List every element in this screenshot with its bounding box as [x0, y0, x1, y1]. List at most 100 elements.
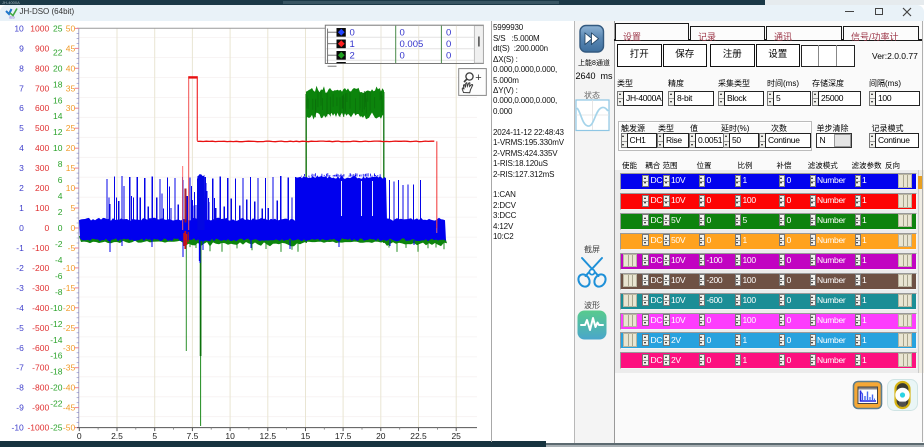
svg-text:300: 300: [35, 163, 49, 173]
svg-text:0: 0: [19, 223, 24, 233]
svg-text:0: 0: [77, 431, 82, 441]
svg-text:0: 0: [400, 28, 405, 39]
svg-text:500: 500: [35, 123, 49, 133]
svg-text:-700: -700: [32, 363, 49, 373]
svg-text:20: 20: [53, 63, 63, 73]
svg-text:700: 700: [35, 83, 49, 93]
svg-text:800: 800: [35, 63, 49, 73]
svg-text:-10: -10: [63, 263, 76, 273]
svg-text:16: 16: [53, 95, 63, 105]
svg-text:dso: dso: [9, 16, 15, 20]
svg-text:-100: -100: [32, 243, 49, 253]
svg-text:4: 4: [58, 191, 63, 201]
svg-text:1: 1: [350, 39, 355, 50]
svg-text:1: 1: [19, 203, 24, 213]
svg-text:0: 0: [446, 28, 451, 39]
svg-text:15: 15: [66, 163, 76, 173]
svg-text:-14: -14: [50, 335, 63, 345]
svg-text:400: 400: [35, 143, 49, 153]
svg-text:-45: -45: [63, 403, 76, 413]
svg-text:30: 30: [66, 103, 76, 113]
svg-text:900: 900: [35, 43, 49, 53]
svg-text:-2: -2: [16, 263, 24, 273]
svg-text:45: 45: [66, 43, 76, 53]
svg-text:-600: -600: [32, 343, 49, 353]
svg-text:-12: -12: [50, 319, 63, 329]
svg-text:-400: -400: [32, 303, 49, 313]
svg-text:10: 10: [66, 183, 76, 193]
svg-text:7: 7: [19, 83, 24, 93]
svg-text:-8: -8: [55, 287, 63, 297]
svg-text:-200: -200: [32, 263, 49, 273]
svg-text:10: 10: [53, 143, 63, 153]
svg-text:6: 6: [19, 103, 24, 113]
svg-text:-35: -35: [63, 363, 76, 373]
svg-text:+: +: [475, 72, 481, 84]
svg-text:12.5: 12.5: [260, 431, 277, 441]
svg-text:-900: -900: [32, 403, 49, 413]
svg-text:5: 5: [70, 203, 75, 213]
svg-text:8: 8: [58, 159, 63, 169]
svg-text:-8: -8: [16, 383, 24, 393]
svg-text:-40: -40: [63, 383, 76, 393]
svg-text:-4: -4: [55, 255, 63, 265]
svg-text:-2: -2: [55, 239, 63, 249]
svg-text:-5: -5: [16, 323, 24, 333]
svg-text:1000: 1000: [30, 23, 49, 33]
svg-text:-18: -18: [50, 367, 63, 377]
svg-text:12: 12: [53, 127, 63, 137]
svg-text:20: 20: [66, 143, 76, 153]
svg-text:-15: -15: [63, 283, 76, 293]
svg-text:18: 18: [53, 79, 63, 89]
svg-text:15: 15: [301, 431, 311, 441]
svg-text:-22: -22: [50, 399, 63, 409]
svg-text:-7: -7: [16, 363, 24, 373]
svg-text:-25: -25: [50, 423, 63, 433]
svg-text:-10: -10: [12, 423, 25, 433]
svg-text:0: 0: [70, 223, 75, 233]
svg-text:2.5: 2.5: [111, 431, 123, 441]
svg-text:25: 25: [53, 23, 63, 33]
svg-text:0: 0: [350, 28, 355, 39]
svg-text:2: 2: [350, 51, 355, 62]
svg-text:-25: -25: [63, 323, 76, 333]
svg-text:22: 22: [53, 47, 63, 57]
svg-text:-3: -3: [16, 283, 24, 293]
svg-text:10: 10: [14, 23, 24, 33]
svg-text:2: 2: [19, 183, 24, 193]
svg-text:200: 200: [35, 183, 49, 193]
svg-text:-6: -6: [16, 343, 24, 353]
svg-text:-1000: -1000: [27, 423, 49, 433]
svg-text:20: 20: [376, 431, 386, 441]
svg-text:8: 8: [19, 63, 24, 73]
svg-text:25: 25: [451, 431, 461, 441]
svg-text:9: 9: [19, 43, 24, 53]
svg-text:35: 35: [66, 83, 76, 93]
svg-text:10: 10: [225, 431, 235, 441]
svg-text:-800: -800: [32, 383, 49, 393]
svg-text:5: 5: [152, 431, 157, 441]
svg-text:-50: -50: [63, 423, 76, 433]
svg-text:100: 100: [35, 203, 49, 213]
svg-text:-1: -1: [16, 243, 24, 253]
svg-text:600: 600: [35, 103, 49, 113]
svg-text:14: 14: [53, 111, 63, 121]
svg-text:-30: -30: [63, 343, 76, 353]
svg-text:22.5: 22.5: [410, 431, 427, 441]
svg-text:0: 0: [400, 51, 405, 62]
svg-text:0.005: 0.005: [400, 39, 424, 50]
svg-text:0: 0: [446, 39, 451, 50]
svg-text:40: 40: [66, 63, 76, 73]
svg-text:-9: -9: [16, 403, 24, 413]
svg-text:0: 0: [446, 51, 451, 62]
svg-text:-4: -4: [16, 303, 24, 313]
svg-text:-16: -16: [50, 351, 63, 361]
svg-text:17.5: 17.5: [335, 431, 352, 441]
svg-text:7.5: 7.5: [186, 431, 198, 441]
svg-text:3: 3: [19, 163, 24, 173]
svg-text:0: 0: [58, 223, 63, 233]
svg-text:-6: -6: [55, 271, 63, 281]
svg-text:25: 25: [66, 123, 76, 133]
svg-text:-5: -5: [68, 243, 76, 253]
svg-text:-20: -20: [63, 303, 76, 313]
